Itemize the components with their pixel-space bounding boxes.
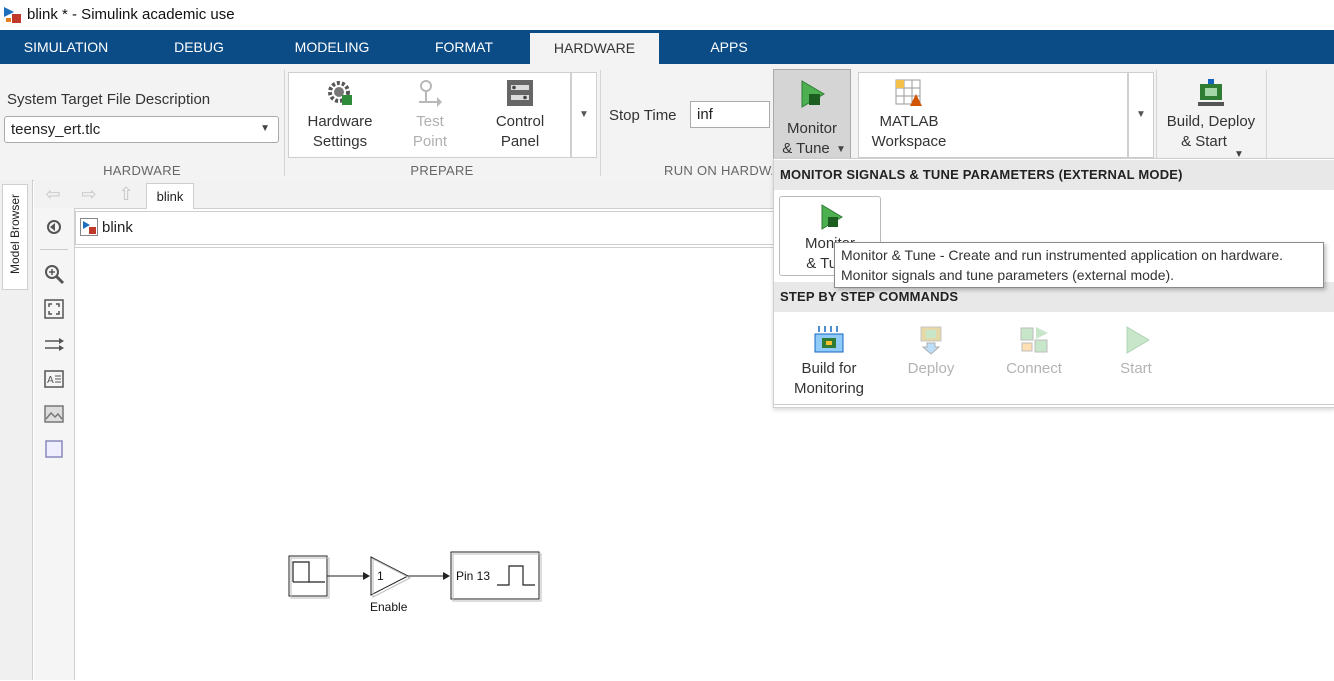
up-arrow-icon[interactable]: ⇧ (116, 184, 136, 204)
output-block-label: Pin 13 (456, 569, 491, 583)
monitor-tune-button[interactable]: Monitor & Tune ▼ (773, 69, 851, 162)
pulse-generator-block[interactable] (288, 555, 330, 599)
stf-dropdown[interactable]: teensy_ert.tlc ▼ (4, 116, 279, 143)
control-panel-label-2: Panel (500, 133, 540, 150)
chevron-down-icon: ▼ (1136, 109, 1146, 120)
area-icon[interactable] (43, 438, 65, 460)
build-for-monitoring-button[interactable]: Build for Monitoring (784, 325, 874, 399)
build-deploy-label-2: & Start (1181, 133, 1227, 150)
hardware-settings-label-1: Hardware (307, 113, 373, 130)
monitor-tune-label-1: Monitor (786, 120, 838, 137)
section-label-prepare: PREPARE (410, 163, 474, 178)
monitor-tune-label-2: & Tune (782, 140, 830, 157)
start-button[interactable]: Start (1106, 325, 1166, 379)
deploy-label: Deploy (907, 360, 955, 377)
gain-value: 1 (377, 569, 384, 583)
connect-label: Connect (1006, 360, 1062, 377)
run-gallery-expand[interactable]: ▼ (1128, 72, 1154, 158)
play-chip-icon (801, 80, 825, 108)
build-deploy-icon (1198, 79, 1224, 106)
start-play-icon (1126, 326, 1150, 354)
signal-arrowhead (443, 572, 450, 580)
deploy-icon (920, 326, 942, 355)
explorer-bar: ⇦ ⇨ ⇧ (34, 180, 774, 209)
model-browser-label: Model Browser (8, 193, 22, 275)
gear-chip-icon (328, 81, 352, 105)
monitor-tune-tooltip: Monitor & Tune - Create and run instrume… (834, 242, 1324, 288)
title-bar: blink * - Simulink academic use (0, 0, 1334, 30)
tooltip-line-1: Monitor & Tune - Create and run instrume… (841, 247, 1284, 263)
signal-arrowhead (363, 572, 370, 580)
model-address: blink (102, 219, 133, 236)
back-arrow-icon[interactable]: ⇦ (43, 184, 63, 204)
stf-value: teensy_ert.tlc (11, 121, 101, 138)
hardware-settings-button[interactable]: Hardware Settings (296, 78, 384, 152)
forward-arrow-icon[interactable]: ⇨ (79, 184, 99, 204)
divider (774, 404, 1334, 405)
gain-block-label: Enable (370, 600, 408, 614)
deploy-button[interactable]: Deploy (896, 325, 966, 379)
svg-text:A: A (47, 375, 54, 386)
annotation-icon[interactable]: A (43, 368, 65, 390)
matlab-workspace-label-2: Workspace (871, 133, 947, 150)
build-deploy-start-button[interactable]: Build, Deploy & Start ▼ (1160, 78, 1262, 160)
tab-apps[interactable]: APPS (659, 30, 799, 64)
play-chip-icon (821, 204, 843, 230)
build-monitoring-icon (814, 326, 844, 353)
tab-blink[interactable]: blink (146, 183, 194, 209)
canvas-tool-strip: A (34, 208, 75, 680)
matlab-workspace-button[interactable]: MATLAB Workspace (866, 78, 952, 152)
simulink-app-icon (4, 7, 21, 23)
tab-format[interactable]: FORMAT (398, 30, 530, 64)
matlab-workspace-label-1: MATLAB (879, 113, 939, 130)
test-point-button[interactable]: Test Point (392, 78, 468, 152)
blink-diagram (288, 551, 542, 602)
tab-simulation[interactable]: SIMULATION (0, 30, 132, 64)
tab-hardware[interactable]: HARDWARE (530, 33, 659, 64)
divider (40, 249, 68, 250)
connect-icon (1020, 327, 1048, 353)
stop-time-value: inf (697, 106, 713, 123)
control-panel-label-1: Control (495, 113, 545, 130)
build-monitoring-label-1: Build for (801, 360, 857, 377)
image-icon[interactable] (43, 403, 65, 425)
model-icon (80, 218, 98, 236)
hide-show-browser-icon[interactable] (43, 216, 65, 238)
tooltip-line-2: Monitor signals and tune parameters (ext… (841, 267, 1175, 283)
stop-time-label: Stop Time (609, 107, 677, 124)
model-browser-tab[interactable]: Model Browser (2, 184, 28, 290)
fit-to-view-icon[interactable] (43, 298, 65, 320)
chevron-down-icon: ▼ (260, 123, 270, 134)
chevron-down-icon: ▼ (836, 144, 846, 155)
build-deploy-label-1: Build, Deploy (1166, 113, 1256, 130)
matlab-workspace-icon (895, 79, 922, 106)
divider (284, 70, 285, 176)
model-address-bar[interactable]: blink (75, 211, 777, 245)
zoom-icon[interactable] (43, 263, 65, 285)
stf-label: System Target File Description (7, 91, 211, 108)
control-panel-icon (507, 80, 533, 106)
control-panel-button[interactable]: Control Panel (478, 78, 562, 152)
window-title: blink * - Simulink academic use (27, 6, 235, 23)
tab-debug[interactable]: DEBUG (132, 30, 266, 64)
connect-button[interactable]: Connect (996, 325, 1072, 379)
section-label-run-on-hardware: RUN ON HARDWARE (604, 163, 772, 178)
start-label: Start (1120, 360, 1152, 377)
test-point-label-1: Test (416, 113, 444, 130)
build-monitoring-label-2: Monitoring (793, 380, 865, 397)
ribbon-tab-bar: SIMULATION DEBUG MODELING FORMAT HARDWAR… (0, 30, 1334, 64)
test-point-icon (419, 80, 442, 107)
dropdown-header-monitor: MONITOR SIGNALS & TUNE PARAMETERS (EXTER… (774, 160, 1334, 190)
stop-time-input[interactable]: inf (690, 101, 770, 128)
run-label-text: RUN ON HARDWARE (664, 163, 772, 178)
divider (600, 70, 601, 176)
hardware-settings-label-2: Settings (312, 133, 368, 150)
test-point-label-2: Point (412, 133, 448, 150)
tab-modeling[interactable]: MODELING (266, 30, 398, 64)
chevron-down-icon: ▼ (579, 109, 589, 120)
prepare-gallery-expand[interactable]: ▼ (571, 72, 597, 158)
section-label-hardware: HARDWARE (103, 163, 181, 178)
signal-arrows-icon[interactable] (43, 333, 65, 355)
